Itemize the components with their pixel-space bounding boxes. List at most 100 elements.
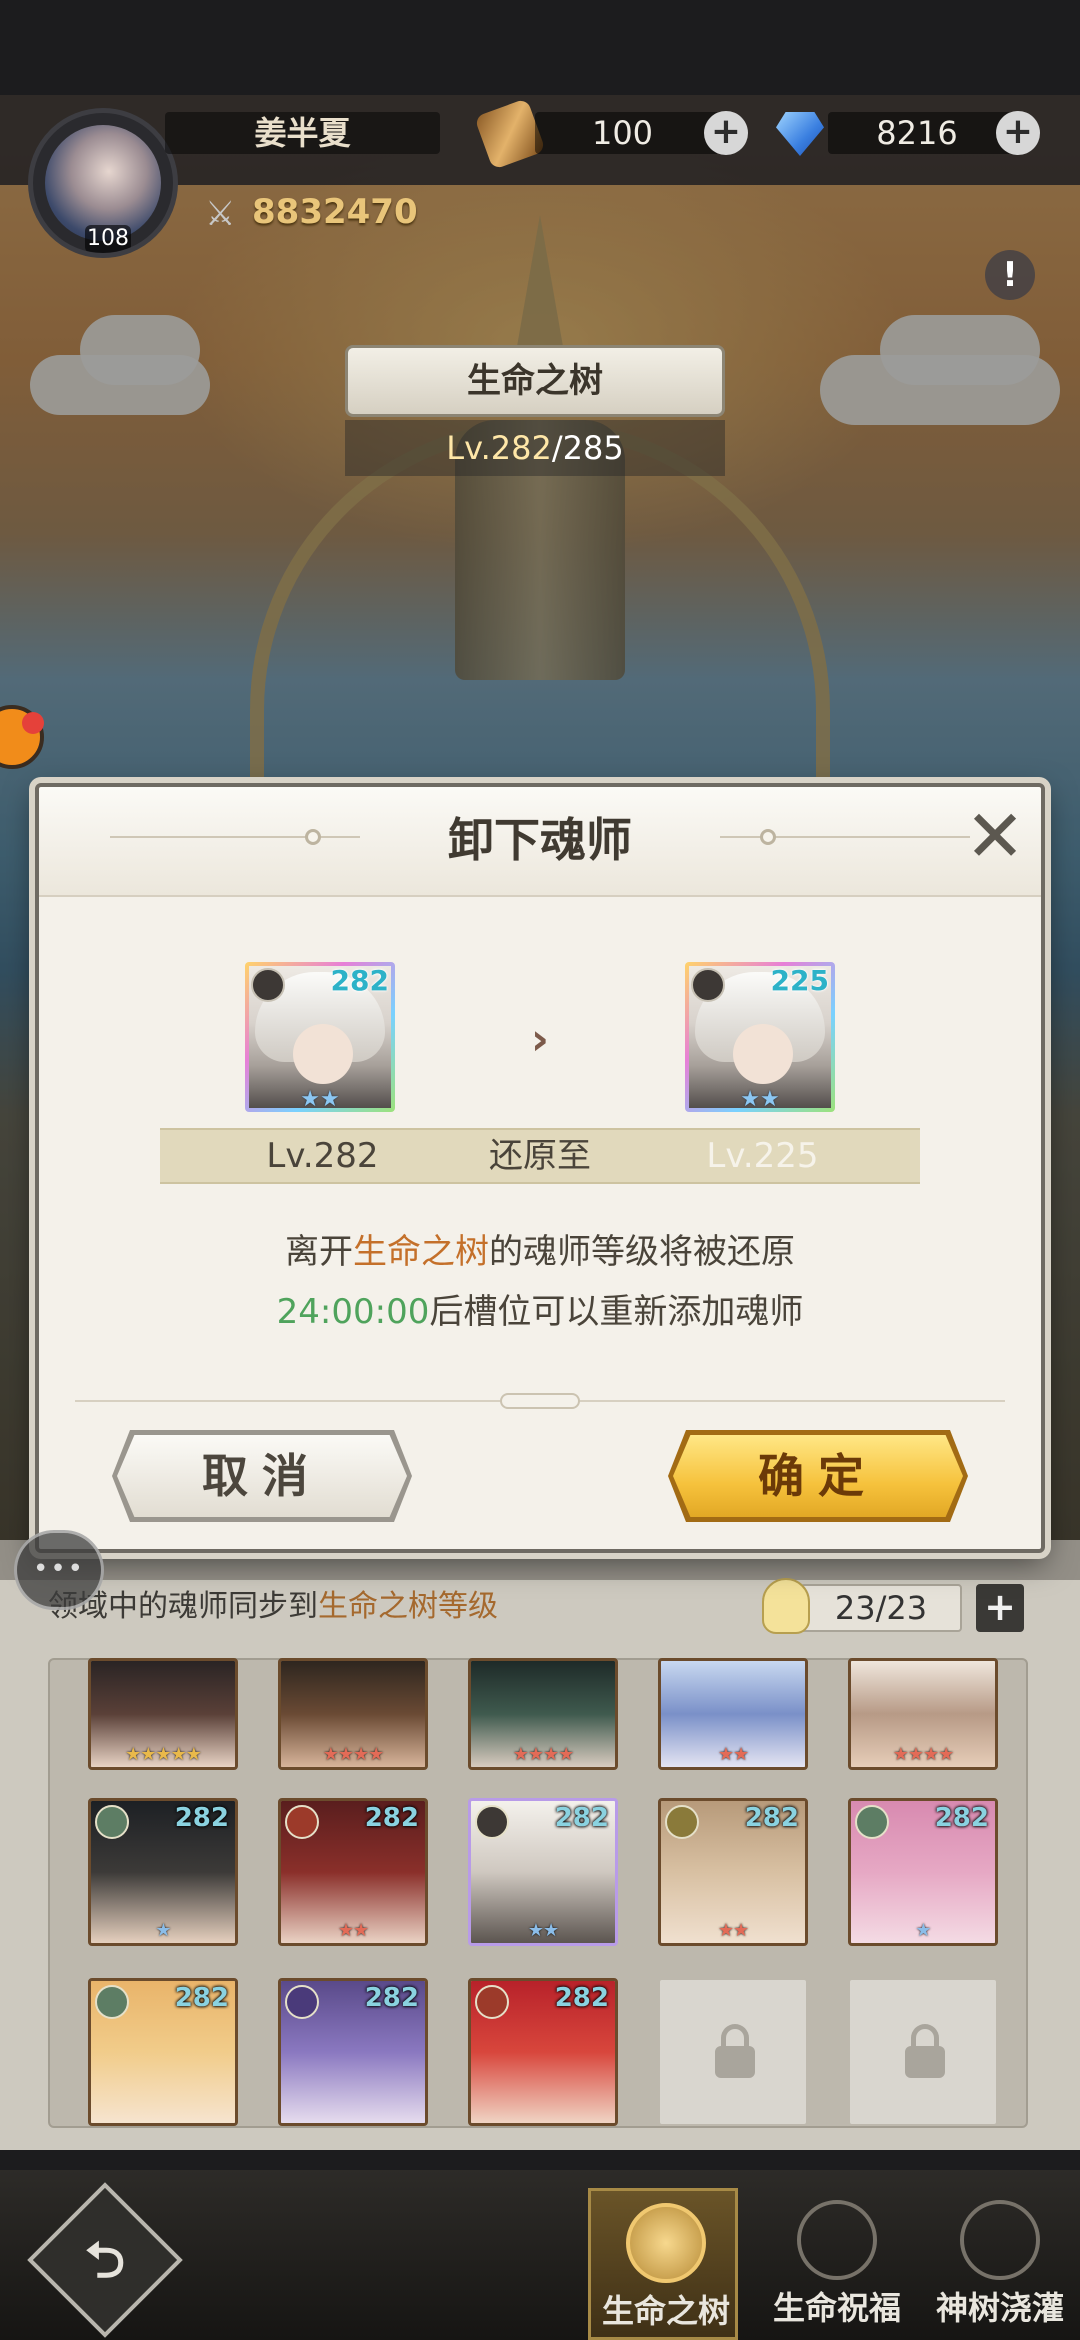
- star-rating: ★★★★★: [125, 1744, 202, 1765]
- star-rating: ★★: [527, 1920, 559, 1941]
- soul-master-slot[interactable]: ★★★★★: [88, 1658, 238, 1770]
- combat-power-value: 8832470: [252, 192, 418, 232]
- crossed-swords-icon: ⚔: [205, 194, 236, 234]
- game-screen: 108 姜半夏 100 + 8216 + ⚔ 8832470 ! 生命之树 Lv…: [0, 0, 1080, 2340]
- portrait-face: [733, 1024, 793, 1084]
- tab-life-blessing[interactable]: 生命祝福: [762, 2188, 912, 2340]
- dialog-message-line-2: 24:00:00后槽位可以重新添加魂师: [80, 1282, 1000, 1342]
- star-rating: ★★: [300, 1087, 340, 1112]
- locked-slot[interactable]: [848, 1978, 998, 2126]
- avatar-portrait: [45, 125, 161, 241]
- add-gem-button[interactable]: +: [996, 111, 1040, 155]
- portrait-face: [293, 1024, 353, 1084]
- tree-emblem-icon: [626, 2203, 706, 2283]
- moon-element-icon: [285, 1985, 319, 2019]
- tab-label: 生命祝福: [772, 2289, 901, 2327]
- star-rating: ★★★★: [892, 1744, 955, 1765]
- tree-level-current: Lv.282: [446, 429, 552, 467]
- confirm-button[interactable]: 确定: [668, 1430, 968, 1522]
- tree-level: Lv.282/285: [345, 420, 725, 476]
- tree-title: 生命之树: [467, 361, 603, 401]
- soul-master-level: 282: [174, 1983, 229, 2013]
- soul-master-slot[interactable]: ★★★★: [468, 1658, 618, 1770]
- soul-master-card-after: 225 ★★: [685, 962, 835, 1112]
- mountain-element-icon: [691, 968, 725, 1002]
- soul-master-level: 282: [744, 1803, 799, 1833]
- add-slot-button[interactable]: +: [976, 1584, 1024, 1632]
- tab-label: 神树浇灌: [935, 2289, 1064, 2327]
- close-icon[interactable]: ✕: [962, 800, 1028, 872]
- soul-master-level: 282: [934, 1803, 989, 1833]
- star-rating: ★★★★: [322, 1744, 385, 1765]
- soul-master-card-before: 282 ★★: [245, 962, 395, 1112]
- msg-text: 后槽位可以重新添加魂师: [429, 1292, 804, 1332]
- sync-text-b: 生命之树等级: [318, 1589, 498, 1624]
- current-level: Lv.282: [266, 1136, 379, 1176]
- tab-tree-of-life[interactable]: 生命之树: [588, 2188, 738, 2340]
- confirm-label: 确定: [758, 1449, 878, 1503]
- soul-master-slot[interactable]: 282 ★★: [658, 1798, 808, 1946]
- card-level-badge: 225: [770, 964, 829, 997]
- cancel-button[interactable]: 取消: [112, 1430, 412, 1522]
- mountain-element-icon: [251, 968, 285, 1002]
- lock-icon: [715, 2024, 755, 2078]
- wind-element-icon: [95, 1805, 129, 1839]
- back-arrow-icon: ⮌: [84, 2231, 126, 2289]
- soul-master-level: 282: [364, 1803, 419, 1833]
- wind-element-icon: [855, 1805, 889, 1839]
- soul-master-slot[interactable]: 282 ★★: [468, 1798, 618, 1946]
- soul-master-slot[interactable]: 282: [468, 1978, 618, 2126]
- mountain-element-icon: [475, 1805, 509, 1839]
- tab-tree-watering[interactable]: 神树浇灌: [925, 2188, 1075, 2340]
- player-level: 108: [85, 225, 131, 253]
- star-rating: ★★: [337, 1920, 369, 1941]
- soul-master-grid: ★★★★★ ★★★★ ★★★★ ★★ ★★★★ 282 ★ 282 ★★ 282…: [48, 1658, 1028, 2128]
- wind-element-icon: [95, 1985, 129, 2019]
- cancel-label: 取消: [202, 1449, 322, 1503]
- star-rating: ★: [915, 1920, 931, 1941]
- sync-hint-text: 领域中的魂师同步到生命之树等级: [48, 1580, 498, 1634]
- watering-emblem-icon: [960, 2200, 1040, 2280]
- blessing-emblem-icon: [797, 2200, 877, 2280]
- soul-master-slot[interactable]: 282 ★: [848, 1798, 998, 1946]
- star-rating: ★★: [717, 1920, 749, 1941]
- card-level-badge: 282: [330, 964, 389, 997]
- tree-level-max: /285: [551, 429, 624, 467]
- info-icon[interactable]: !: [985, 250, 1035, 300]
- dialog-message-line-1: 离开生命之树的魂师等级将被还原: [80, 1222, 1000, 1282]
- soul-master-level: 282: [364, 1983, 419, 2013]
- soul-master-level: 282: [174, 1803, 229, 1833]
- fire-element-icon: [285, 1805, 319, 1839]
- locked-slot[interactable]: [658, 1978, 808, 2126]
- dialog-title: 卸下魂师: [448, 813, 632, 867]
- soul-master-slot[interactable]: 282: [278, 1978, 428, 2126]
- soul-master-slot[interactable]: ★★★★: [848, 1658, 998, 1770]
- msg-highlight: 生命之树: [353, 1232, 489, 1272]
- light-element-icon: [665, 1805, 699, 1839]
- msg-text: 离开: [285, 1232, 353, 1272]
- cooldown-timer: 24:00:00: [276, 1292, 430, 1332]
- restored-level: Lv.225: [706, 1136, 819, 1176]
- chevron-right-icon: ›: [530, 1014, 550, 1065]
- resource-value-scroll: 100: [591, 114, 654, 152]
- soul-master-slot[interactable]: ★★★★: [278, 1658, 428, 1770]
- soul-master-level: 282: [554, 1803, 609, 1833]
- slot-count: 23/23: [834, 1589, 928, 1627]
- msg-text: 的魂师等级将被还原: [489, 1232, 795, 1272]
- divider-ornament: [500, 1393, 580, 1409]
- soul-master-slot[interactable]: 282 ★★: [278, 1798, 428, 1946]
- star-rating: ★★: [740, 1087, 780, 1112]
- player-name: 姜半夏: [254, 114, 351, 152]
- chat-icon: •••: [32, 1554, 85, 1584]
- star-rating: ★★: [717, 1744, 749, 1765]
- add-scroll-button[interactable]: +: [704, 111, 748, 155]
- soul-master-slot[interactable]: 282 ★: [88, 1798, 238, 1946]
- star-rating: ★: [155, 1920, 171, 1941]
- notification-dot: [22, 712, 44, 734]
- player-avatar[interactable]: 108: [28, 108, 178, 258]
- tab-label: 生命之树: [601, 2292, 730, 2330]
- soul-master-level: 282: [554, 1983, 609, 2013]
- restore-to-label: 还原至: [489, 1136, 591, 1176]
- soul-master-slot[interactable]: ★★: [658, 1658, 808, 1770]
- soul-master-slot[interactable]: 282: [88, 1978, 238, 2126]
